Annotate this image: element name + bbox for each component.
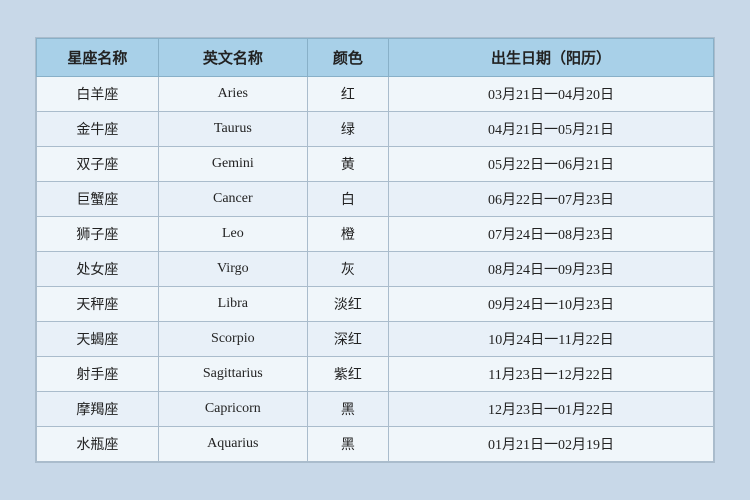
cell-cn-name: 射手座 (37, 357, 159, 392)
zodiac-table: 星座名称 英文名称 颜色 出生日期（阳历） 白羊座Aries红03月21日一04… (36, 38, 714, 462)
cell-en-name: Aquarius (158, 427, 307, 462)
cell-color: 橙 (307, 217, 388, 252)
cell-en-name: Aries (158, 77, 307, 112)
cell-color: 黄 (307, 147, 388, 182)
table-header-row: 星座名称 英文名称 颜色 出生日期（阳历） (37, 39, 714, 77)
cell-date: 03月21日一04月20日 (389, 77, 714, 112)
table-row: 天蝎座Scorpio深红10月24日一11月22日 (37, 322, 714, 357)
zodiac-table-container: 星座名称 英文名称 颜色 出生日期（阳历） 白羊座Aries红03月21日一04… (35, 37, 715, 463)
cell-en-name: Gemini (158, 147, 307, 182)
cell-en-name: Capricorn (158, 392, 307, 427)
header-color: 颜色 (307, 39, 388, 77)
cell-en-name: Sagittarius (158, 357, 307, 392)
cell-cn-name: 天秤座 (37, 287, 159, 322)
cell-color: 白 (307, 182, 388, 217)
cell-en-name: Cancer (158, 182, 307, 217)
header-en-name: 英文名称 (158, 39, 307, 77)
cell-cn-name: 处女座 (37, 252, 159, 287)
cell-color: 黑 (307, 392, 388, 427)
table-row: 水瓶座Aquarius黑01月21日一02月19日 (37, 427, 714, 462)
table-row: 射手座Sagittarius紫红11月23日一12月22日 (37, 357, 714, 392)
cell-en-name: Taurus (158, 112, 307, 147)
table-row: 双子座Gemini黄05月22日一06月21日 (37, 147, 714, 182)
cell-date: 04月21日一05月21日 (389, 112, 714, 147)
cell-date: 05月22日一06月21日 (389, 147, 714, 182)
cell-cn-name: 巨蟹座 (37, 182, 159, 217)
table-row: 狮子座Leo橙07月24日一08月23日 (37, 217, 714, 252)
cell-cn-name: 白羊座 (37, 77, 159, 112)
cell-cn-name: 金牛座 (37, 112, 159, 147)
table-row: 白羊座Aries红03月21日一04月20日 (37, 77, 714, 112)
cell-date: 07月24日一08月23日 (389, 217, 714, 252)
cell-en-name: Virgo (158, 252, 307, 287)
cell-cn-name: 天蝎座 (37, 322, 159, 357)
header-cn-name: 星座名称 (37, 39, 159, 77)
cell-date: 12月23日一01月22日 (389, 392, 714, 427)
cell-cn-name: 水瓶座 (37, 427, 159, 462)
cell-en-name: Leo (158, 217, 307, 252)
cell-date: 11月23日一12月22日 (389, 357, 714, 392)
cell-color: 紫红 (307, 357, 388, 392)
cell-date: 06月22日一07月23日 (389, 182, 714, 217)
cell-date: 09月24日一10月23日 (389, 287, 714, 322)
cell-date: 10月24日一11月22日 (389, 322, 714, 357)
cell-date: 08月24日一09月23日 (389, 252, 714, 287)
table-row: 处女座Virgo灰08月24日一09月23日 (37, 252, 714, 287)
cell-color: 红 (307, 77, 388, 112)
cell-cn-name: 狮子座 (37, 217, 159, 252)
table-row: 巨蟹座Cancer白06月22日一07月23日 (37, 182, 714, 217)
cell-cn-name: 摩羯座 (37, 392, 159, 427)
cell-color: 黑 (307, 427, 388, 462)
table-row: 天秤座Libra淡红09月24日一10月23日 (37, 287, 714, 322)
table-row: 金牛座Taurus绿04月21日一05月21日 (37, 112, 714, 147)
header-date: 出生日期（阳历） (389, 39, 714, 77)
cell-color: 淡红 (307, 287, 388, 322)
cell-cn-name: 双子座 (37, 147, 159, 182)
cell-en-name: Scorpio (158, 322, 307, 357)
cell-color: 绿 (307, 112, 388, 147)
cell-date: 01月21日一02月19日 (389, 427, 714, 462)
table-row: 摩羯座Capricorn黑12月23日一01月22日 (37, 392, 714, 427)
cell-color: 灰 (307, 252, 388, 287)
cell-en-name: Libra (158, 287, 307, 322)
cell-color: 深红 (307, 322, 388, 357)
